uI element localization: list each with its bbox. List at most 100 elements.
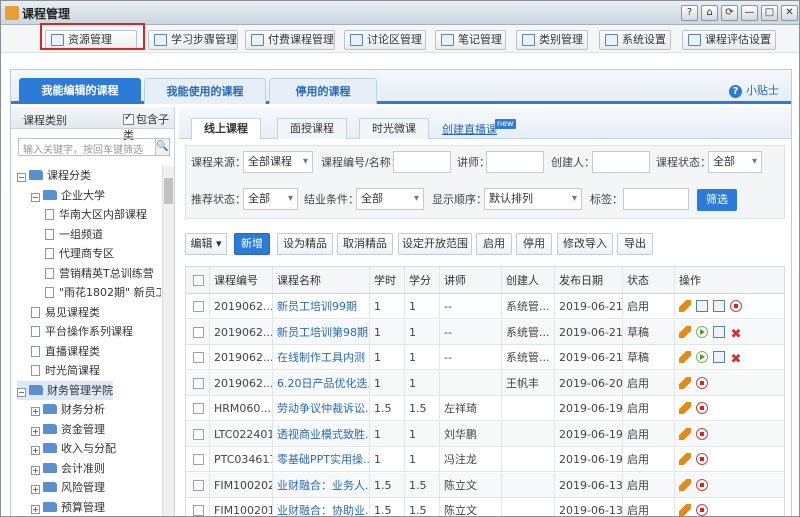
disable-button[interactable]: 停用	[516, 233, 552, 255]
table-row[interactable]: LTC022401 透视商业模式致胜... 1 1 刘华鹏 2019-06-19 启用	[186, 421, 784, 447]
home-button[interactable]: ⌂	[701, 5, 718, 21]
table-row[interactable]: 2019062... 6.20日产品优化迭... 1 1 王帆丰 2019-06-20 启用	[186, 370, 784, 396]
col-credits[interactable]: 学分	[405, 267, 440, 293]
cell-name[interactable]: 6.20日产品优化迭...	[273, 370, 370, 395]
tree-item[interactable]: 华南大区内部课程	[45, 205, 147, 224]
table-row[interactable]: FIM100202 业财融合：业务人... 1.5 1.5 陈立文 2019-06-13 启…	[186, 472, 784, 498]
publish-icon[interactable]	[696, 325, 708, 338]
export-icon[interactable]	[713, 300, 725, 312]
export-button[interactable]: 导出	[617, 233, 653, 255]
col-lecturer[interactable]: 讲师	[440, 267, 502, 293]
expand-icon[interactable]: +	[31, 426, 40, 436]
tree-item[interactable]: 一组频道	[45, 225, 103, 244]
recommend-select[interactable]: 全部	[243, 188, 298, 210]
cell-name[interactable]: 业财融合：业务人...	[273, 472, 370, 497]
table-row[interactable]: PTC034617 零基础PPT实用操... 1 1 冯注龙 2019-06-19 启用	[186, 447, 784, 472]
tree-item[interactable]: 平台操作系列课程	[31, 322, 133, 341]
table-row[interactable]: HRM060... 劳动争议仲裁诉讼... 1.5 1.5 左祥琦 2019-06-19 启…	[186, 396, 784, 421]
disable-icon[interactable]	[696, 402, 708, 414]
cell-name[interactable]: 新员工培训第98期	[273, 319, 370, 344]
table-row[interactable]: 2019062... 在线制作工具内测 1 1 -- 系统管... 2019-06-21 草稿…	[186, 345, 784, 370]
cancel-featured-button[interactable]: 取消精品	[337, 233, 393, 255]
tab-usable-courses[interactable]: 我能使用的课程	[144, 78, 266, 104]
help-button[interactable]: ?	[681, 5, 698, 21]
category-search-input[interactable]: 输入关键字，按回车键筛选	[18, 138, 162, 156]
disable-icon[interactable]	[696, 427, 708, 440]
notes-button[interactable]: 笔记管理	[435, 30, 506, 50]
settings-button[interactable]: 系统设置	[599, 30, 671, 50]
col-name[interactable]: 课程名称	[273, 267, 370, 293]
edit-icon[interactable]	[679, 351, 691, 363]
paid-course-button[interactable]: 付费课程管理	[245, 30, 335, 50]
delete-icon[interactable]: ✖	[730, 353, 742, 366]
cell-name[interactable]: 劳动争议仲裁诉讼...	[273, 396, 370, 420]
tree-item[interactable]: − 课程分类	[17, 166, 91, 185]
evaluation-button[interactable]: 课程评估设置	[682, 30, 776, 50]
scrollbar-thumb[interactable]	[164, 178, 173, 204]
cell-name[interactable]: 业财融合：协助业...	[273, 498, 370, 516]
sidebar-scrollbar[interactable]	[162, 166, 174, 516]
collapse-icon[interactable]: −	[17, 387, 26, 397]
tree-item[interactable]: 直播课程类	[31, 342, 100, 361]
set-featured-button[interactable]: 设为精品	[277, 233, 333, 255]
tree-item[interactable]: + 收入与分配	[31, 439, 116, 458]
row-checkbox[interactable]	[186, 498, 210, 516]
expand-icon[interactable]: +	[31, 465, 40, 475]
disable-icon[interactable]	[696, 376, 708, 389]
tree-item[interactable]: "雨花1802期" 新员工	[45, 283, 161, 302]
edit-icon[interactable]	[679, 376, 691, 389]
disable-icon[interactable]	[696, 478, 708, 491]
cell-name[interactable]: 透视商业模式致胜...	[273, 421, 370, 446]
minimize-button[interactable]: —	[741, 5, 758, 21]
enable-button[interactable]: 启用	[476, 233, 512, 255]
disable-icon[interactable]	[696, 453, 708, 465]
edit-icon[interactable]	[679, 300, 691, 312]
copy-icon[interactable]	[713, 325, 725, 338]
col-code[interactable]: 课程编号	[210, 267, 273, 293]
set-scope-button[interactable]: 设定开放范围	[398, 233, 472, 255]
select-all-checkbox[interactable]	[186, 267, 210, 293]
tree-item[interactable]: + 会计准则	[31, 459, 105, 478]
edit-icon[interactable]	[679, 427, 691, 440]
edit-icon[interactable]	[679, 478, 691, 491]
cell-name[interactable]: 新员工培训99期	[273, 294, 370, 318]
order-select[interactable]: 默认排列	[484, 188, 582, 210]
col-hours[interactable]: 学时	[370, 267, 405, 293]
row-checkbox[interactable]	[186, 370, 210, 395]
tree-item[interactable]: + 风险管理	[31, 478, 105, 497]
tree-item[interactable]: + 预算管理	[31, 498, 105, 517]
edit-icon[interactable]	[679, 504, 691, 516]
row-checkbox[interactable]	[186, 294, 210, 318]
disable-icon[interactable]	[730, 300, 742, 312]
maximize-button[interactable]: □	[761, 5, 778, 21]
code-input[interactable]	[393, 151, 451, 173]
category-button[interactable]: 类别管理	[516, 30, 588, 50]
edit-icon[interactable]	[679, 325, 691, 338]
discussion-button[interactable]: 讨论区管理	[344, 30, 426, 50]
tree-item[interactable]: 营销精英T总训练营	[45, 264, 154, 283]
table-row[interactable]: 2019062... 新员工培训第98期 1 1 -- 系统管... 2019-06-21 草…	[186, 319, 784, 345]
completion-select[interactable]: 全部	[356, 188, 424, 210]
tree-item[interactable]: − 财务管理学院	[17, 380, 113, 400]
expand-icon[interactable]: +	[31, 446, 40, 455]
add-button[interactable]: 新增	[234, 233, 270, 255]
copy-icon[interactable]	[696, 300, 708, 312]
modify-import-button[interactable]: 修改导入	[557, 233, 613, 255]
tab-online-courses[interactable]: 线上课程	[191, 118, 261, 140]
cell-name[interactable]: 零基础PPT实用操...	[273, 447, 370, 471]
publish-icon[interactable]	[696, 351, 708, 363]
col-status[interactable]: 状态	[623, 267, 675, 293]
tips-link[interactable]: ? 小贴士	[729, 82, 779, 98]
creator-input[interactable]	[592, 151, 650, 173]
tree-item[interactable]: + 资金管理	[31, 420, 105, 439]
expand-icon[interactable]: +	[31, 407, 40, 416]
lecturer-input[interactable]	[486, 151, 544, 173]
expand-icon[interactable]: +	[31, 504, 40, 514]
tree-item[interactable]: 时光简课程	[31, 361, 100, 380]
collapse-icon[interactable]: −	[17, 173, 26, 182]
expand-icon[interactable]: +	[31, 485, 40, 494]
tab-micro-courses[interactable]: 时光微课	[359, 118, 429, 139]
tab-offline-courses[interactable]: 面授课程	[277, 118, 347, 139]
row-checkbox[interactable]	[186, 421, 210, 446]
disable-icon[interactable]	[696, 504, 708, 516]
